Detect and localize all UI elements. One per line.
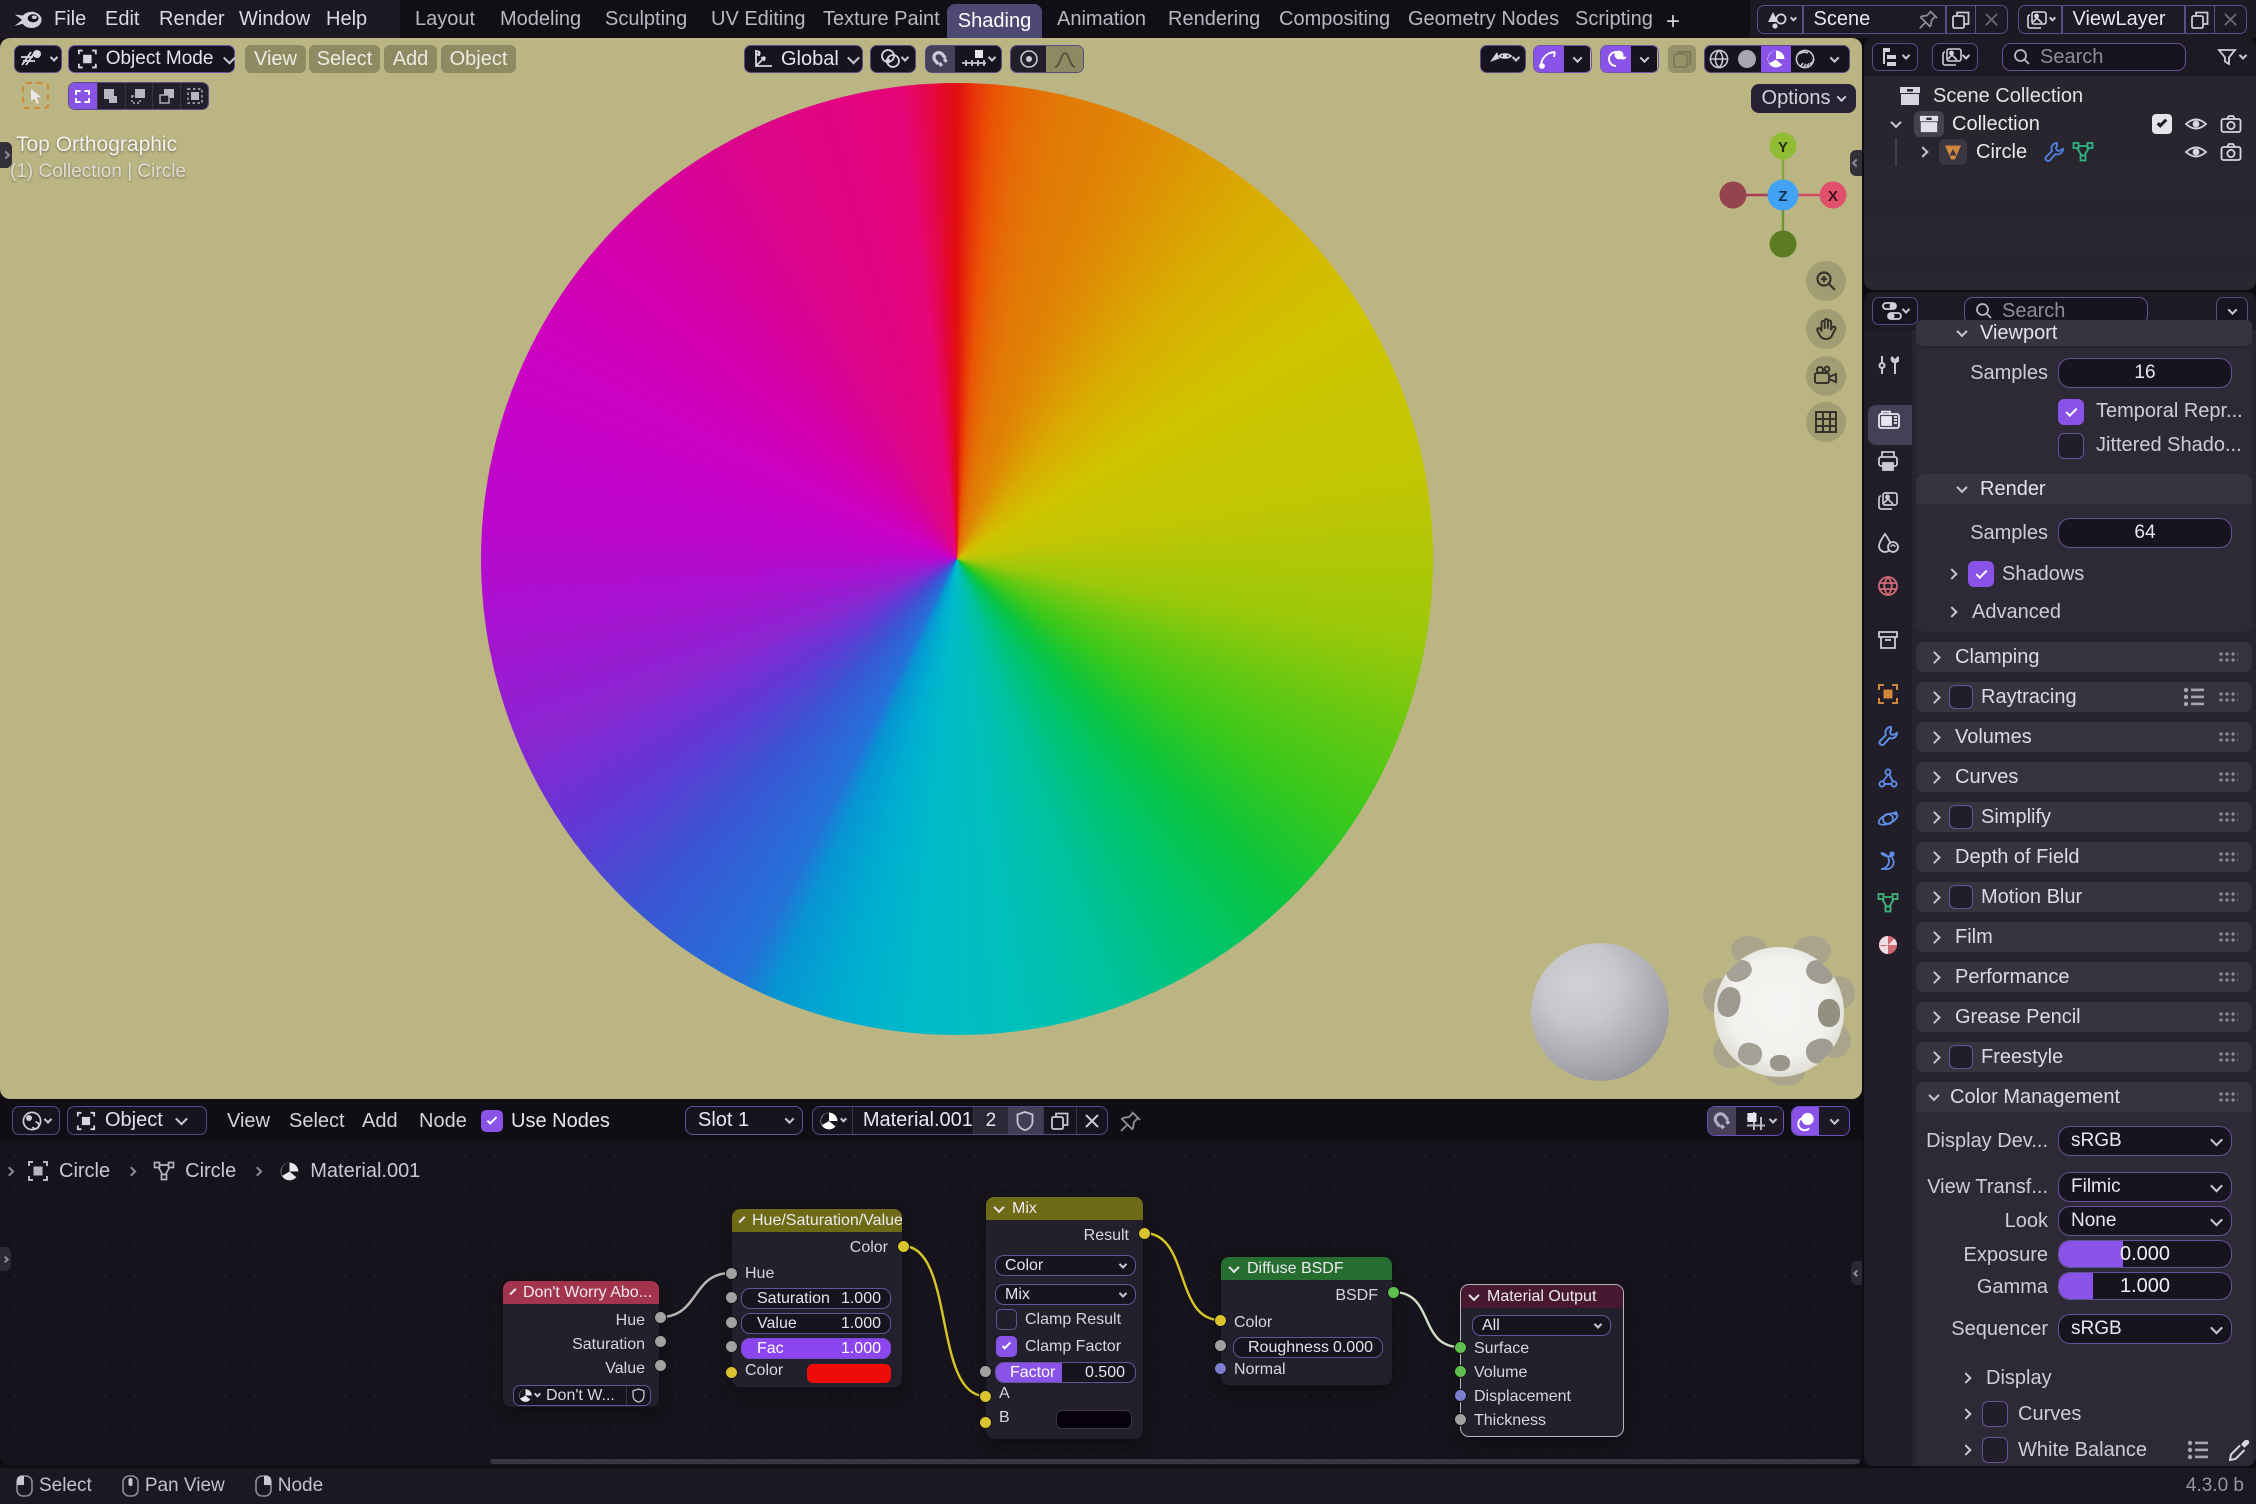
svg-text:X: X [1828,188,1838,205]
svg-text:Z: Z [1778,188,1787,205]
svg-text:Y: Y [1778,139,1788,156]
